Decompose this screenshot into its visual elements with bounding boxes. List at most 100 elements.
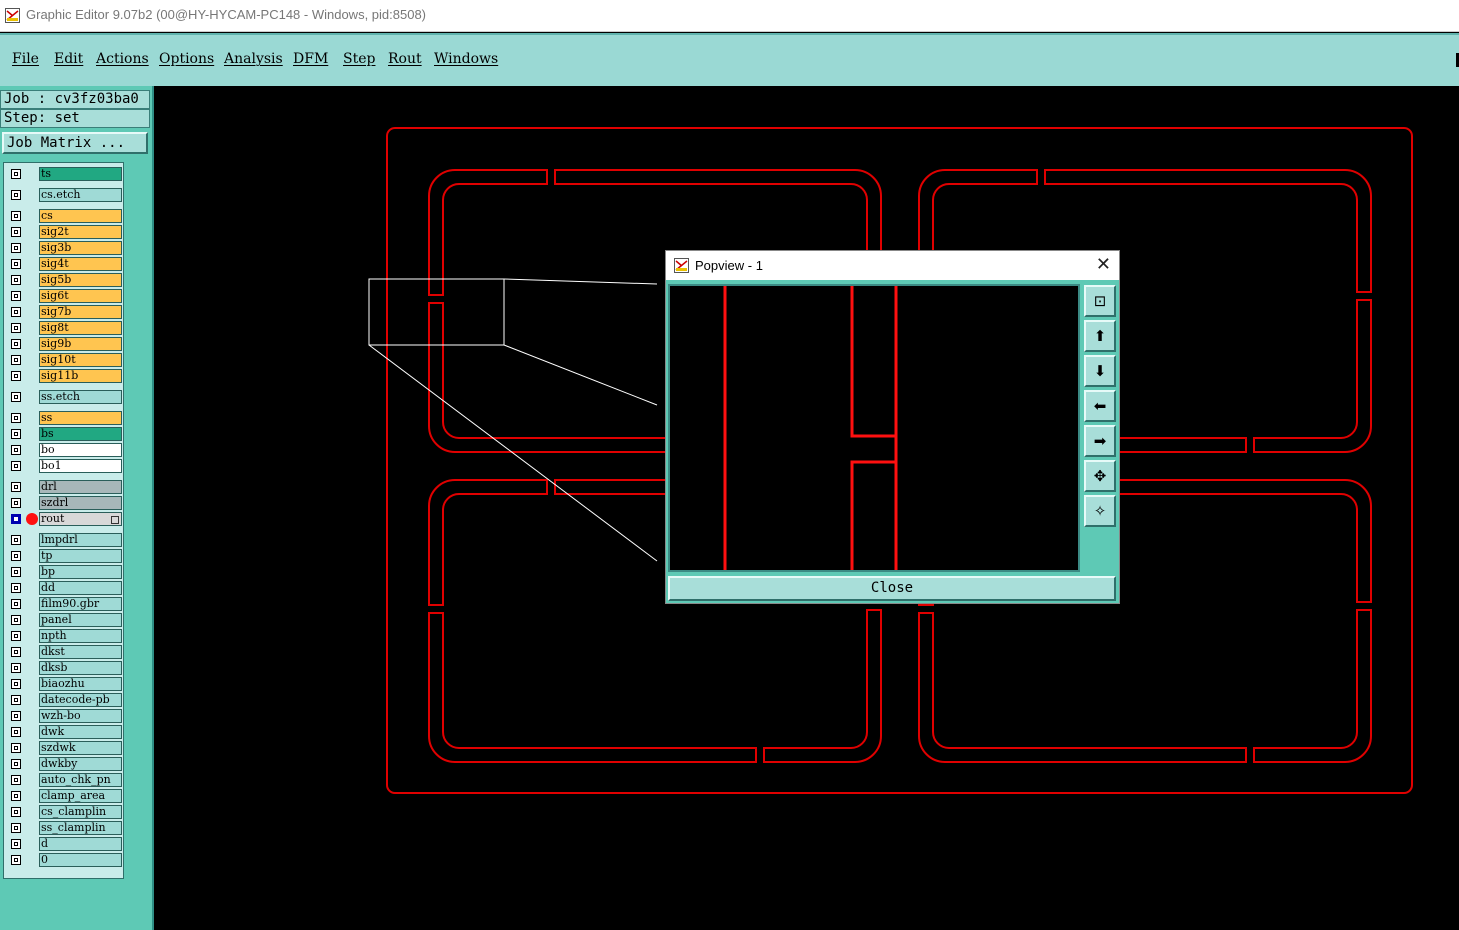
- close-icon[interactable]: ✕: [1096, 255, 1111, 275]
- layer-name-bp[interactable]: bp: [39, 565, 122, 579]
- layer-name-sig2t[interactable]: sig2t: [39, 225, 122, 239]
- layer-checkbox[interactable]: [11, 355, 21, 365]
- layer-name-lmpdrl[interactable]: lmpdrl: [39, 533, 122, 547]
- layer-checkbox[interactable]: [11, 759, 21, 769]
- layer-checkbox[interactable]: [11, 498, 21, 508]
- layer-checkbox[interactable]: [11, 307, 21, 317]
- layer-checkbox[interactable]: [11, 323, 21, 333]
- layer-row[interactable]: sig2t: [5, 224, 123, 240]
- layer-name-film90-gbr[interactable]: film90.gbr: [39, 597, 122, 611]
- layer-name-npth[interactable]: npth: [39, 629, 122, 643]
- layer-row[interactable]: wzh-bo: [5, 708, 123, 724]
- layer-row[interactable]: ss_clamplin: [5, 820, 123, 836]
- menu-options[interactable]: Options: [159, 51, 214, 67]
- layer-row[interactable]: rout: [5, 511, 123, 527]
- layer-list[interactable]: ts cs.etch cs sig2t sig3b sig4t sig5b sig6t sig7…: [3, 162, 124, 879]
- zoom-in-button[interactable]: ✥: [1084, 460, 1116, 492]
- layer-name-sig9b[interactable]: sig9b: [39, 337, 122, 351]
- layer-name-dkst[interactable]: dkst: [39, 645, 122, 659]
- layer-name-ss[interactable]: ss: [39, 411, 122, 425]
- layer-checkbox[interactable]: [11, 615, 21, 625]
- menu-analysis[interactable]: Analysis: [224, 51, 283, 67]
- layer-row[interactable]: biaozhu: [5, 676, 123, 692]
- layer-checkbox[interactable]: [11, 514, 21, 524]
- layer-name-panel[interactable]: panel: [39, 613, 122, 627]
- layer-row[interactable]: dwkby: [5, 756, 123, 772]
- layer-checkbox[interactable]: [11, 413, 21, 423]
- layer-name-cs-etch[interactable]: cs.etch: [39, 188, 122, 202]
- layer-row[interactable]: ss: [5, 410, 123, 426]
- layer-row[interactable]: lmpdrl: [5, 532, 123, 548]
- zoom-out-button[interactable]: ✧: [1084, 495, 1116, 527]
- layer-row[interactable]: sig5b: [5, 272, 123, 288]
- layer-checkbox[interactable]: [11, 567, 21, 577]
- layer-row[interactable]: sig9b: [5, 336, 123, 352]
- layer-name-szdrl[interactable]: szdrl: [39, 496, 122, 510]
- layer-row[interactable]: ts: [5, 166, 123, 182]
- menu-actions[interactable]: Actions: [96, 51, 149, 67]
- layer-checkbox[interactable]: [11, 855, 21, 865]
- layer-checkbox[interactable]: [11, 551, 21, 561]
- layer-row[interactable]: cs: [5, 208, 123, 224]
- layer-checkbox[interactable]: [11, 461, 21, 471]
- zoom-window-button[interactable]: ⊡: [1084, 285, 1116, 317]
- layer-checkbox[interactable]: [11, 743, 21, 753]
- layer-checkbox[interactable]: [11, 775, 21, 785]
- layer-row[interactable]: dkst: [5, 644, 123, 660]
- layer-name-sig7b[interactable]: sig7b: [39, 305, 122, 319]
- popview-titlebar[interactable]: Popview - 1 ✕: [666, 251, 1119, 280]
- layer-checkbox[interactable]: [11, 190, 21, 200]
- layer-row[interactable]: ss.etch: [5, 389, 123, 405]
- menu-dfm[interactable]: DFM: [293, 51, 328, 67]
- layer-row[interactable]: panel: [5, 612, 123, 628]
- layer-row[interactable]: sig4t: [5, 256, 123, 272]
- layer-row[interactable]: sig3b: [5, 240, 123, 256]
- layer-checkbox[interactable]: [11, 839, 21, 849]
- layer-row[interactable]: npth: [5, 628, 123, 644]
- layer-name-biaozhu[interactable]: biaozhu: [39, 677, 122, 691]
- layer-row[interactable]: tp: [5, 548, 123, 564]
- layer-name-sig4t[interactable]: sig4t: [39, 257, 122, 271]
- layer-checkbox[interactable]: [11, 823, 21, 833]
- layer-checkbox[interactable]: [11, 807, 21, 817]
- layer-checkbox[interactable]: [11, 727, 21, 737]
- layer-name-szdwk[interactable]: szdwk: [39, 741, 122, 755]
- layer-checkbox[interactable]: [11, 791, 21, 801]
- layer-name-dksb[interactable]: dksb: [39, 661, 122, 675]
- layer-row[interactable]: bp: [5, 564, 123, 580]
- layer-row[interactable]: sig10t: [5, 352, 123, 368]
- layer-name-auto-chk-pn[interactable]: auto_chk_pn: [39, 773, 122, 787]
- menu-rout[interactable]: Rout: [388, 51, 422, 67]
- layer-checkbox[interactable]: [11, 429, 21, 439]
- layer-row[interactable]: 0: [5, 852, 123, 868]
- layer-name-sig3b[interactable]: sig3b: [39, 241, 122, 255]
- layer-checkbox[interactable]: [11, 647, 21, 657]
- layer-name-cs-clamplin[interactable]: cs_clamplin: [39, 805, 122, 819]
- layer-name-ss-clamplin[interactable]: ss_clamplin: [39, 821, 122, 835]
- pan-down-button[interactable]: ⬇: [1084, 355, 1116, 387]
- layer-name-dwk[interactable]: dwk: [39, 725, 122, 739]
- layer-name-bs[interactable]: bs: [39, 427, 122, 441]
- layer-row[interactable]: bs: [5, 426, 123, 442]
- layer-checkbox[interactable]: [11, 631, 21, 641]
- layer-row[interactable]: film90.gbr: [5, 596, 123, 612]
- layer-checkbox[interactable]: [11, 169, 21, 179]
- layer-checkbox[interactable]: [11, 583, 21, 593]
- layer-checkbox[interactable]: [11, 211, 21, 221]
- layer-name-ts[interactable]: ts: [39, 167, 122, 181]
- layer-row[interactable]: sig7b: [5, 304, 123, 320]
- layer-checkbox[interactable]: [11, 392, 21, 402]
- menu-edit[interactable]: Edit: [54, 51, 83, 67]
- layer-name-tp[interactable]: tp: [39, 549, 122, 563]
- layer-checkbox[interactable]: [11, 339, 21, 349]
- layer-name-drl[interactable]: drl: [39, 480, 122, 494]
- close-button[interactable]: Close: [668, 576, 1116, 601]
- layer-name-sig6t[interactable]: sig6t: [39, 289, 122, 303]
- job-matrix-button[interactable]: Job Matrix ...: [2, 132, 148, 154]
- layer-name-sig8t[interactable]: sig8t: [39, 321, 122, 335]
- pan-right-button[interactable]: ➡: [1084, 425, 1116, 457]
- layer-name-cs[interactable]: cs: [39, 209, 122, 223]
- layer-checkbox[interactable]: [11, 599, 21, 609]
- layer-row[interactable]: dd: [5, 580, 123, 596]
- menu-file[interactable]: File: [12, 51, 39, 67]
